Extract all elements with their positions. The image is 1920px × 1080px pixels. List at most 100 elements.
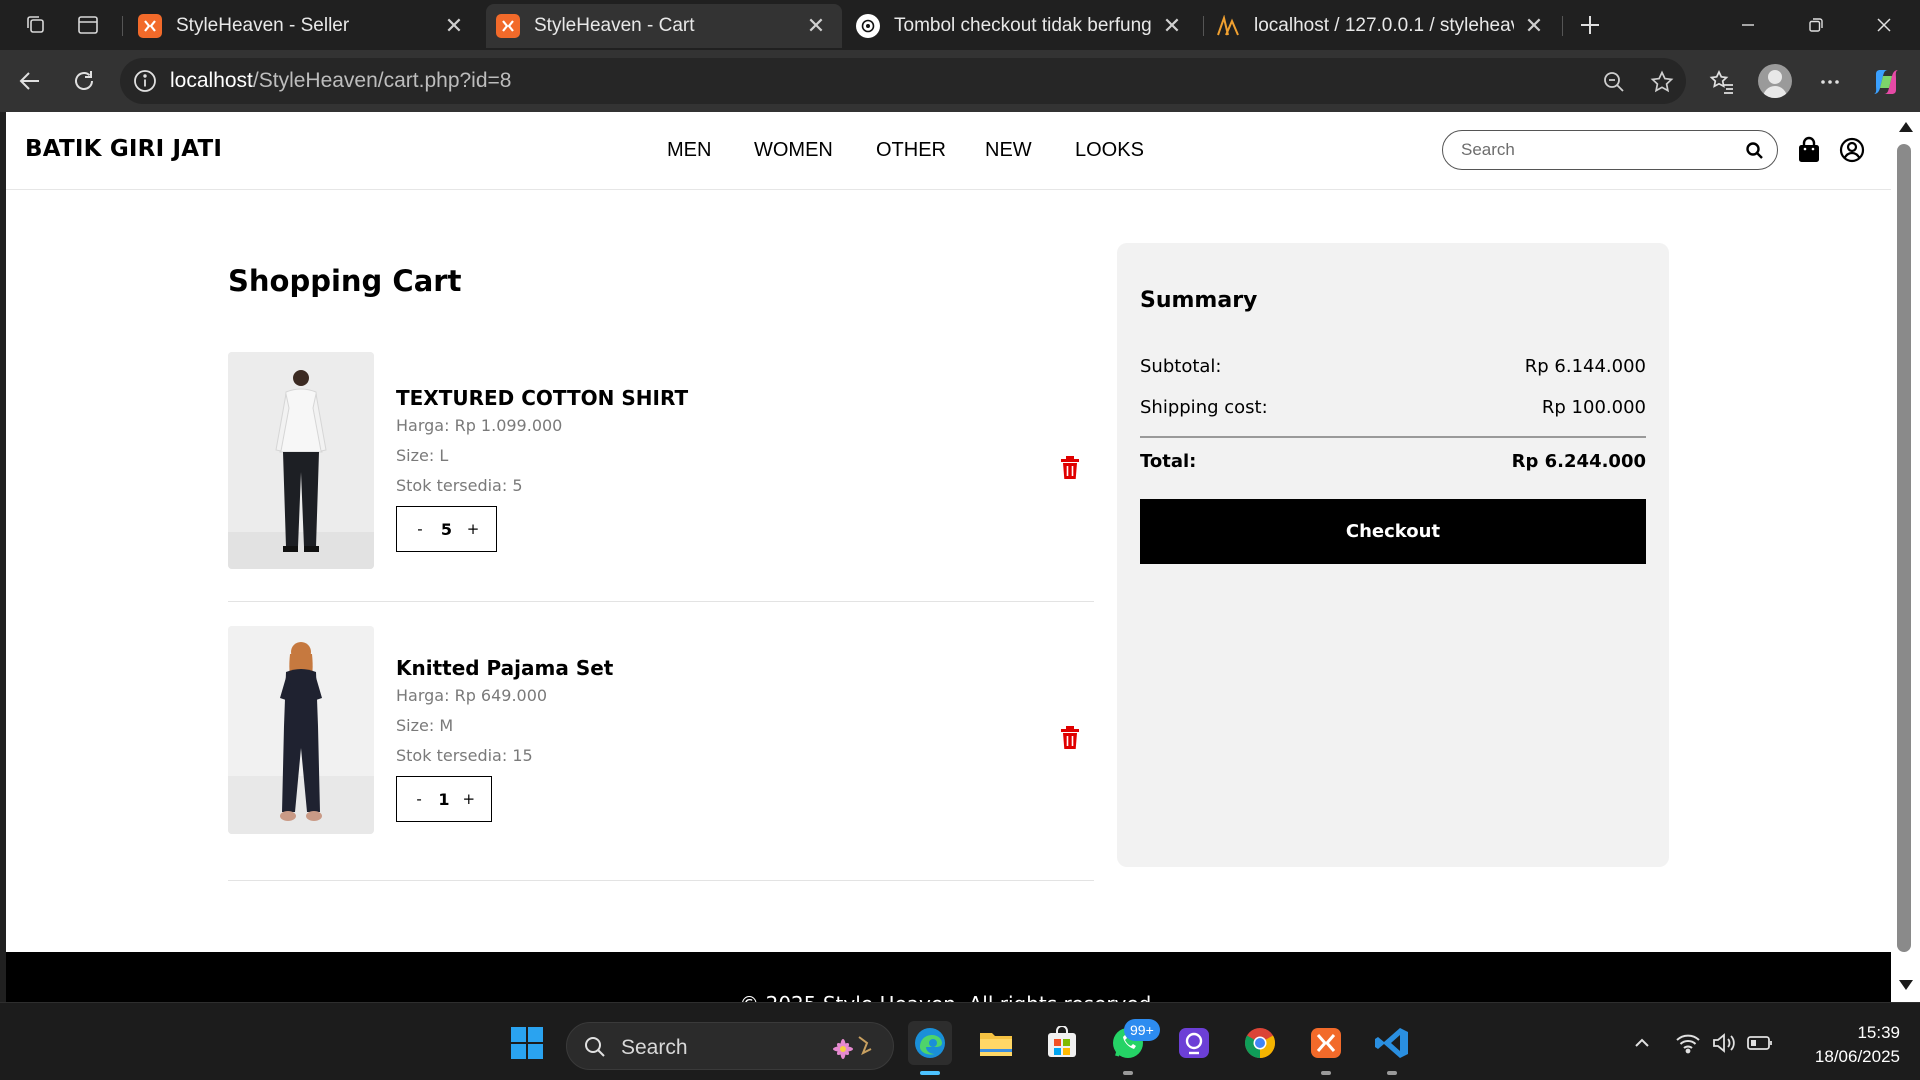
trash-icon[interactable] (1058, 455, 1082, 481)
back-arrow-icon[interactable] (10, 62, 50, 100)
scroll-up-icon[interactable] (1899, 122, 1913, 132)
tab-separator (122, 16, 123, 36)
new-tab-icon[interactable] (1574, 10, 1606, 40)
taskbar-search-label: Search (621, 1036, 688, 1059)
decrease-qty-button[interactable]: - (411, 520, 429, 538)
product-price: Harga: Rp 649.000 (396, 686, 548, 705)
search-input[interactable] (1461, 139, 1731, 161)
shopping-bag-icon[interactable] (1796, 136, 1824, 164)
increase-qty-button[interactable]: + (460, 790, 478, 808)
windows-start-icon[interactable] (505, 1021, 549, 1065)
quantity-value: 5 (440, 519, 453, 539)
restore-icon[interactable] (1786, 6, 1846, 44)
clock-time: 15:39 (1857, 1023, 1900, 1042)
product-name[interactable]: TEXTURED COTTON SHIRT (396, 386, 688, 410)
shipping-label: Shipping cost: (1140, 397, 1268, 418)
tab-phpmyadmin[interactable]: localhost / 127.0.0.1 / styleheaven ✕ (1206, 4, 1560, 48)
volume-icon[interactable] (1710, 1029, 1738, 1057)
windows-taskbar: Search 99+ 15:39 18/06/2025 (0, 1002, 1920, 1080)
refresh-icon[interactable] (64, 62, 104, 100)
product-stock: Stok tersedia: 15 (396, 746, 533, 765)
url-path: /StyleHeaven/cart.php?id=8 (252, 69, 512, 92)
microsoft-store-icon[interactable] (1040, 1021, 1084, 1065)
product-name[interactable]: Knitted Pajama Set (396, 656, 613, 680)
increase-qty-button[interactable]: + (464, 520, 482, 538)
nav-men[interactable]: MEN (667, 139, 711, 162)
tab-styleheaven-seller[interactable]: StyleHeaven - Seller ✕ (128, 4, 480, 48)
product-image[interactable] (228, 352, 374, 569)
address-bar[interactable]: localhost/StyleHeaven/cart.php?id=8 (120, 58, 1686, 104)
product-image[interactable] (228, 626, 374, 834)
zoom-out-icon[interactable] (1600, 68, 1628, 96)
quantity-value: 1 (438, 789, 450, 809)
url-text: localhost/StyleHeaven/cart.php?id=8 (170, 69, 511, 93)
subtotal-value: Rp 6.144.000 (1524, 356, 1646, 377)
file-explorer-icon[interactable] (974, 1021, 1018, 1065)
total-label: Total: (1140, 451, 1197, 472)
product-price: Harga: Rp 1.099.000 (396, 416, 563, 435)
minimize-icon[interactable] (1718, 6, 1778, 44)
summary-title: Summary (1140, 288, 1258, 313)
order-summary: Summary Subtotal: Rp 6.144.000 Shipping … (1117, 243, 1669, 867)
nav-new[interactable]: NEW (985, 139, 1032, 162)
subtotal-label: Subtotal: (1140, 356, 1222, 377)
search-icon[interactable] (1745, 141, 1765, 161)
footer-copyright: © 2025 Style Heaven. All rights reserved… (6, 992, 1891, 1002)
trash-icon[interactable] (1058, 725, 1082, 751)
nav-other[interactable]: OTHER (876, 139, 946, 162)
workspaces-icon[interactable] (20, 10, 52, 40)
taskbar-search[interactable]: Search (566, 1022, 894, 1070)
url-host: localhost (170, 69, 253, 92)
quantity-stepper: - 5 + (396, 506, 497, 552)
tab-chatgpt[interactable]: Tombol checkout tidak berfungsi ✕ (846, 4, 1198, 48)
more-options-icon[interactable] (1810, 62, 1850, 102)
total-row: Total: Rp 6.244.000 (1140, 451, 1646, 472)
brand-logo[interactable]: BATIK GIRI JATI (25, 136, 222, 162)
browser-tab-bar: StyleHeaven - Seller ✕ StyleHeaven - Car… (0, 0, 1920, 50)
favorite-star-icon[interactable] (1648, 68, 1676, 96)
chrome-icon[interactable] (1238, 1021, 1282, 1065)
checkout-button[interactable]: Checkout (1140, 499, 1646, 564)
xampp-icon[interactable] (1304, 1021, 1348, 1075)
tab-close-icon[interactable]: ✕ (1160, 13, 1184, 39)
xampp-favicon-icon (496, 14, 520, 38)
page-viewport: BATIK GIRI JATI MEN WOMEN OTHER NEW LOOK… (6, 112, 1891, 1002)
close-window-icon[interactable] (1854, 6, 1914, 44)
nav-women[interactable]: WOMEN (754, 139, 833, 162)
scrollbar-thumb[interactable] (1897, 144, 1911, 952)
profile-avatar[interactable] (1758, 64, 1792, 98)
site-footer: © 2025 Style Heaven. All rights reserved… (6, 952, 1891, 1002)
nav-looks[interactable]: LOOKS (1075, 139, 1144, 162)
cart-title: Shopping Cart (228, 264, 462, 298)
clock-date: 18/06/2025 (1814, 1047, 1900, 1066)
tab-close-icon[interactable]: ✕ (1522, 13, 1546, 39)
decrease-qty-button[interactable]: - (410, 790, 428, 808)
tab-separator (1203, 16, 1204, 36)
show-hidden-icons-chevron-icon[interactable] (1628, 1029, 1656, 1057)
tab-styleheaven-cart[interactable]: StyleHeaven - Cart ✕ (486, 4, 842, 48)
page-scrollbar[interactable] (1891, 112, 1920, 1002)
user-account-icon[interactable] (1838, 136, 1866, 164)
site-info-icon[interactable] (132, 68, 158, 94)
product-stock: Stok tersedia: 5 (396, 476, 523, 495)
system-clock[interactable]: 15:39 18/06/2025 (1790, 1023, 1900, 1067)
tab-separator (1562, 16, 1563, 36)
cart-item: Knitted Pajama Set Harga: Rp 649.000 Siz… (228, 626, 1094, 881)
tab-close-icon[interactable]: ✕ (442, 13, 466, 39)
edge-browser-icon[interactable] (908, 1021, 952, 1075)
xampp-favicon-icon (138, 14, 162, 38)
product-size: Size: L (396, 446, 449, 465)
scroll-down-icon[interactable] (1899, 980, 1913, 990)
search-icon (585, 1037, 605, 1057)
favorites-icon[interactable] (1702, 62, 1742, 102)
copilot-icon[interactable] (1866, 62, 1906, 102)
subtotal-row: Subtotal: Rp 6.144.000 (1140, 356, 1646, 377)
tab-close-icon[interactable]: ✕ (804, 13, 828, 39)
app-purple-icon[interactable] (1172, 1021, 1216, 1065)
wifi-icon[interactable] (1674, 1029, 1702, 1057)
browser-toolbar: localhost/StyleHeaven/cart.php?id=8 (0, 50, 1920, 112)
vscode-icon[interactable] (1370, 1021, 1414, 1075)
quantity-stepper: - 1 + (396, 776, 492, 822)
battery-icon[interactable] (1746, 1029, 1774, 1057)
vertical-tabs-icon[interactable] (72, 10, 104, 40)
